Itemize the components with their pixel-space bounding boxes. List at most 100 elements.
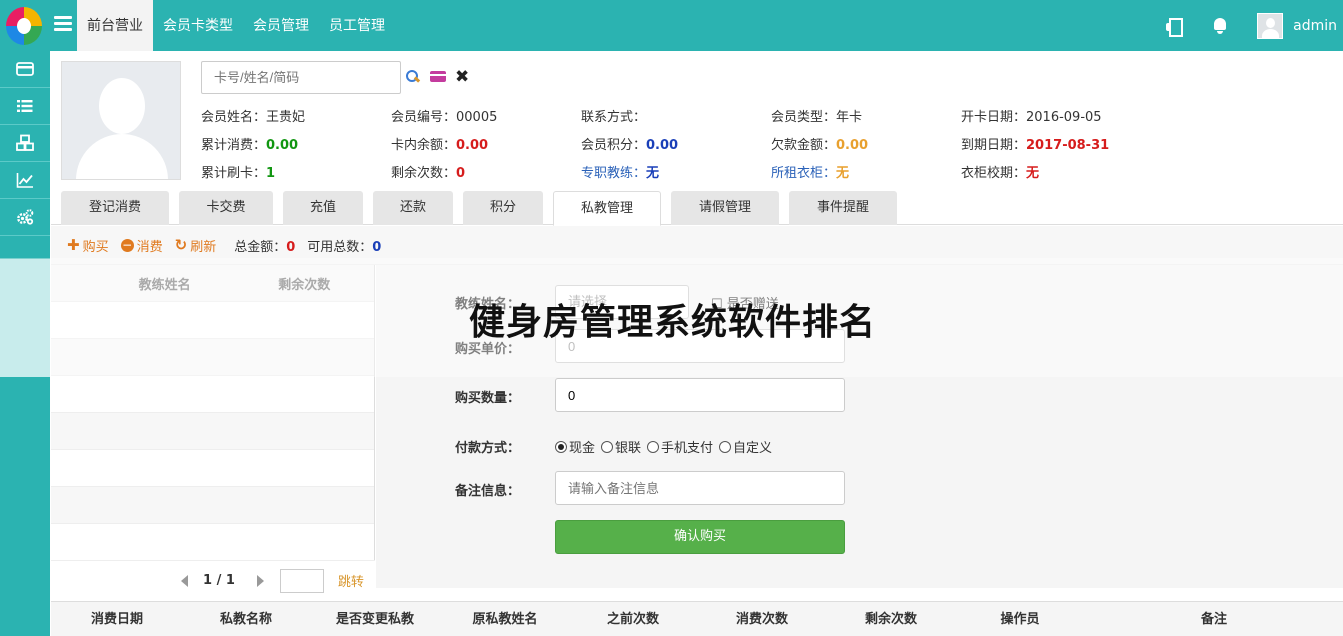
tab-1[interactable]: 卡交费 [179,191,273,225]
payment-radio-0[interactable]: 现金 [555,437,595,456]
member-info-field: 会员姓名：王贵妃 [201,106,391,125]
member-info-field: 会员编号：00005 [391,106,581,125]
member-info-field: 卡内余额：0.00 [391,134,581,153]
column-header-0: 消费日期 [90,612,143,627]
tab-3[interactable]: 还款 [373,191,453,225]
field-label: 到期日期： [961,137,1027,153]
radio-dot [555,440,567,453]
note-input[interactable] [555,471,845,505]
prev-page-icon[interactable] [181,574,188,587]
pagination: 1 / 1 跳转 [51,560,375,600]
field-value: 无 [1026,165,1040,181]
table-row [51,450,374,487]
member-info-field: 到期日期：2017-08-31 [961,134,1151,153]
column-header-5: 消费次数 [735,612,788,627]
available-count: 可用总数：0 [307,239,382,255]
field-label: 欠款金额： [771,137,837,153]
nav-staff-management[interactable]: 员工管理 [319,0,395,51]
member-info-field: 开卡日期：2016-09-05 [961,106,1151,125]
sidebar-item-list[interactable] [0,88,50,125]
read-card-icon[interactable] [430,69,446,85]
member-info-field: 会员类型：年卡 [771,106,961,125]
search-icon[interactable] [405,69,421,85]
field-value: 0.00 [266,137,299,153]
page-jump-button[interactable]: 跳转 [338,571,364,590]
payment-options: 现金 银联 手机支付 自定义 [555,437,778,456]
field-label: 衣柜校期： [961,165,1027,181]
cubes-icon [16,134,34,151]
field-label: 专职教练： [581,165,647,181]
page-jump-input[interactable] [279,568,324,593]
member-info-row: 累计刷卡：1 剩余次数：0 专职教练：无 所租衣柜：无 衣柜校期：无 [201,157,1151,185]
column-header-6: 剩余次数 [864,612,917,627]
payment-radio-2[interactable]: 手机支付 [647,437,713,456]
tab-5[interactable]: 私教管理 [553,191,661,226]
field-label: 开卡日期： [961,109,1027,125]
gears-icon [17,209,34,225]
payment-radio-1[interactable]: 银联 [601,437,641,456]
table-row [51,413,374,450]
nav-card-types[interactable]: 会员卡类型 [153,0,243,51]
tab-7[interactable]: 事件提醒 [789,191,897,225]
clear-icon[interactable]: ✖ [455,69,471,86]
member-info-field: 联系方式： [581,106,771,125]
buy-button[interactable]: ✚ 购买 [67,236,109,255]
tab-4[interactable]: 积分 [463,191,543,225]
nav-front-desk[interactable]: 前台营业 [77,0,153,51]
member-info-row: 累计消费：0.00 卡内余额：0.00 会员积分：0.00 欠款金额：0.00 到期日期… [201,129,1151,157]
column-header-3: 原私教姓名 [472,612,538,627]
column-header-4: 之前次数 [606,612,659,627]
top-nav: 前台营业 会员卡类型 会员管理 员工管理 [77,0,395,51]
user-avatar[interactable] [1257,12,1284,39]
consumption-table-header: 消费日期 私教名称 是否变更私教 原私教姓名 之前次数 消费次数 剩余次数 操作员 备注 [51,601,1343,636]
confirm-purchase-button[interactable]: 确认购买 [555,520,845,554]
tab-6[interactable]: 请假管理 [671,191,779,225]
line-chart-icon [16,173,33,188]
member-info-row: 会员姓名：王贵妃 会员编号：00005 联系方式： 会员类型：年卡 开卡日期：2016-… [201,101,1151,129]
field-value: 年卡 [836,109,863,125]
sidebar-item-products[interactable] [0,125,50,162]
field-label: 会员姓名： [201,109,267,125]
member-info-field: 衣柜校期：无 [961,162,1151,181]
refresh-button[interactable]: ↻ 刷新 [175,236,217,255]
column-header-1: 私教名称 [219,612,272,627]
refresh-icon: ↻ [174,236,188,254]
member-info-grid: 会员姓名：王贵妃 会员编号：00005 联系方式： 会员类型：年卡 开卡日期：2016-… [201,101,1151,185]
app-logo[interactable] [6,7,42,45]
next-page-icon[interactable] [256,574,264,587]
quantity-input[interactable] [555,378,845,412]
field-label: 所租衣柜： [771,165,837,181]
radio-label: 银联 [615,441,642,456]
radio-dot [647,440,660,453]
bell-icon[interactable] [1211,17,1229,35]
field-label: 会员编号： [391,109,457,125]
column-header-7: 操作员 [1000,612,1040,627]
username[interactable]: admin [1293,18,1337,34]
field-value: 0 [456,165,466,181]
sidebar-item-card[interactable] [0,51,50,88]
payment-radio-3[interactable]: 自定义 [719,437,772,456]
top-right-tools: admin [1165,0,1343,51]
consume-button[interactable]: − 消费 [120,236,163,255]
quantity-label: 购买数量： [455,391,521,406]
table-row [51,487,374,524]
tab-2[interactable]: 充值 [283,191,363,225]
member-search-input[interactable] [201,61,401,94]
column-header-2: 是否变更私教 [335,612,414,627]
member-info-field: 会员积分：0.00 [581,134,771,153]
menu-toggle-icon[interactable] [54,16,72,32]
sidebar-item-settings[interactable] [0,199,50,236]
nav-member-management[interactable]: 会员管理 [243,0,319,51]
member-info-field: 欠款金额：0.00 [771,134,961,153]
radio-label: 自定义 [733,441,773,456]
field-label: 联系方式： [581,109,647,125]
field-value: 0.00 [646,137,679,153]
tab-0[interactable]: 登记消费 [61,191,169,225]
sidebar-item-statistics[interactable] [0,162,50,199]
printer-icon[interactable] [1165,17,1184,37]
function-tabs: 登记消费 卡交费 充值 还款 积分 私教管理 请假管理 事件提醒 [51,191,1343,226]
member-info-field: 所租衣柜：无 [771,162,961,181]
field-value: 王贵妃 [266,109,306,125]
field-value: 0.00 [836,137,869,153]
payment-label: 付款方式： [455,441,521,456]
